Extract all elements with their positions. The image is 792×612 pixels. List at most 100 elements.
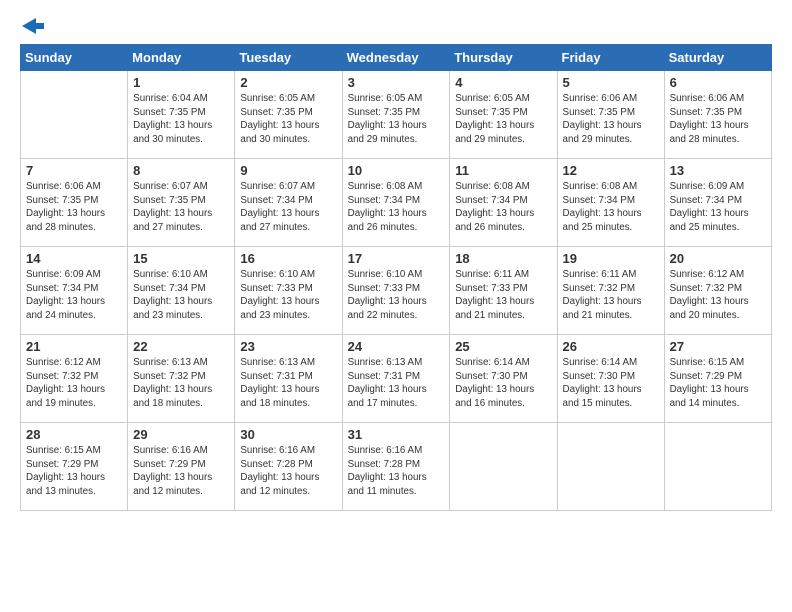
- calendar-cell: [557, 423, 664, 511]
- calendar-cell: 25Sunrise: 6:14 AMSunset: 7:30 PMDayligh…: [450, 335, 557, 423]
- calendar-cell: 13 Sunrise: 6:09 AMSunset: 7:34 PMDayligh…: [664, 159, 771, 247]
- calendar-cell: 29 Sunrise: 6:16 AMSunset: 7:29 PMDayligh…: [128, 423, 235, 511]
- weekday-header: Tuesday: [235, 45, 342, 71]
- day-info: Sunrise: 6:11 AMSunset: 7:33 PMDaylight:…: [455, 268, 551, 323]
- weekday-header: Wednesday: [342, 45, 450, 71]
- calendar-cell: 7Sunrise: 6:06 AMSunset: 7:35 PMDaylight…: [21, 159, 128, 247]
- day-info: Sunrise: 6:12 AMSunset: 7:32 PMDaylight:…: [26, 356, 122, 411]
- weekday-header: Saturday: [664, 45, 771, 71]
- day-number: 10: [348, 163, 445, 178]
- day-info: Sunrise: 6:09 AMSunset: 7:34 PMDaylight:…: [670, 180, 766, 235]
- weekday-header: Thursday: [450, 45, 557, 71]
- calendar-cell: 15 Sunrise: 6:10 AMSunset: 7:34 PMDayligh…: [128, 247, 235, 335]
- calendar-cell: 30 Sunrise: 6:16 AMSunset: 7:28 PMDayligh…: [235, 423, 342, 511]
- day-number: 20: [670, 251, 766, 266]
- day-info: Sunrise: 6:04 AMSunset: 7:35 PMDaylight:…: [133, 92, 229, 147]
- day-info: Sunrise: 6:13 AMSunset: 7:32 PMDaylight:…: [133, 356, 229, 411]
- day-number: 30: [240, 427, 336, 442]
- calendar-cell: 20 Sunrise: 6:12 AMSunset: 7:32 PMDayligh…: [664, 247, 771, 335]
- day-info: Sunrise: 6:14 AMSunset: 7:30 PMDaylight:…: [563, 356, 659, 411]
- calendar-cell: 3 Sunrise: 6:05 AMSunset: 7:35 PMDaylight…: [342, 71, 450, 159]
- calendar-cell: 27Sunrise: 6:15 AMSunset: 7:29 PMDayligh…: [664, 335, 771, 423]
- calendar-week-row: 1 Sunrise: 6:04 AMSunset: 7:35 PMDaylight…: [21, 71, 772, 159]
- calendar-cell: [450, 423, 557, 511]
- day-number: 27: [670, 339, 766, 354]
- calendar-cell: 4 Sunrise: 6:05 AMSunset: 7:35 PMDaylight…: [450, 71, 557, 159]
- day-number: 16: [240, 251, 336, 266]
- day-number: 31: [348, 427, 445, 442]
- calendar-cell: 5 Sunrise: 6:06 AMSunset: 7:35 PMDaylight…: [557, 71, 664, 159]
- calendar-cell: 14Sunrise: 6:09 AMSunset: 7:34 PMDayligh…: [21, 247, 128, 335]
- day-info: Sunrise: 6:05 AMSunset: 7:35 PMDaylight:…: [348, 92, 445, 147]
- calendar-week-row: 28 Sunrise: 6:15 AMSunset: 7:29 PMDayligh…: [21, 423, 772, 511]
- day-info: Sunrise: 6:12 AMSunset: 7:32 PMDaylight:…: [670, 268, 766, 323]
- day-info: Sunrise: 6:16 AMSunset: 7:28 PMDaylight:…: [348, 444, 445, 499]
- day-number: 13: [670, 163, 766, 178]
- day-number: 17: [348, 251, 445, 266]
- calendar-cell: 17 Sunrise: 6:10 AMSunset: 7:33 PMDayligh…: [342, 247, 450, 335]
- calendar-cell: 6 Sunrise: 6:06 AMSunset: 7:35 PMDaylight…: [664, 71, 771, 159]
- calendar-cell: [21, 71, 128, 159]
- day-number: 26: [563, 339, 659, 354]
- day-info: Sunrise: 6:16 AMSunset: 7:29 PMDaylight:…: [133, 444, 229, 499]
- calendar-cell: 1 Sunrise: 6:04 AMSunset: 7:35 PMDaylight…: [128, 71, 235, 159]
- weekday-header: Friday: [557, 45, 664, 71]
- day-number: 23: [240, 339, 336, 354]
- day-info: Sunrise: 6:07 AMSunset: 7:35 PMDaylight:…: [133, 180, 229, 235]
- calendar-cell: 22Sunrise: 6:13 AMSunset: 7:32 PMDayligh…: [128, 335, 235, 423]
- day-info: Sunrise: 6:06 AMSunset: 7:35 PMDaylight:…: [26, 180, 122, 235]
- day-info: Sunrise: 6:06 AMSunset: 7:35 PMDaylight:…: [670, 92, 766, 147]
- day-number: 3: [348, 75, 445, 90]
- weekday-header: Sunday: [21, 45, 128, 71]
- calendar-cell: 19Sunrise: 6:11 AMSunset: 7:32 PMDayligh…: [557, 247, 664, 335]
- day-number: 15: [133, 251, 229, 266]
- day-number: 8: [133, 163, 229, 178]
- calendar-week-row: 21 Sunrise: 6:12 AMSunset: 7:32 PMDayligh…: [21, 335, 772, 423]
- day-info: Sunrise: 6:10 AMSunset: 7:33 PMDaylight:…: [240, 268, 336, 323]
- day-number: 11: [455, 163, 551, 178]
- day-info: Sunrise: 6:13 AMSunset: 7:31 PMDaylight:…: [348, 356, 445, 411]
- calendar-cell: [664, 423, 771, 511]
- day-number: 29: [133, 427, 229, 442]
- calendar-cell: 2 Sunrise: 6:05 AMSunset: 7:35 PMDaylight…: [235, 71, 342, 159]
- day-number: 2: [240, 75, 336, 90]
- calendar-cell: 31 Sunrise: 6:16 AMSunset: 7:28 PMDayligh…: [342, 423, 450, 511]
- calendar-cell: 24 Sunrise: 6:13 AMSunset: 7:31 PMDayligh…: [342, 335, 450, 423]
- day-number: 12: [563, 163, 659, 178]
- page: SundayMondayTuesdayWednesdayThursdayFrid…: [0, 0, 792, 612]
- calendar-cell: 12 Sunrise: 6:08 AMSunset: 7:34 PMDayligh…: [557, 159, 664, 247]
- day-number: 9: [240, 163, 336, 178]
- day-number: 5: [563, 75, 659, 90]
- day-number: 21: [26, 339, 122, 354]
- calendar-cell: 21 Sunrise: 6:12 AMSunset: 7:32 PMDayligh…: [21, 335, 128, 423]
- calendar-cell: 16 Sunrise: 6:10 AMSunset: 7:33 PMDayligh…: [235, 247, 342, 335]
- day-number: 24: [348, 339, 445, 354]
- day-info: Sunrise: 6:15 AMSunset: 7:29 PMDaylight:…: [26, 444, 122, 499]
- calendar-week-row: 7Sunrise: 6:06 AMSunset: 7:35 PMDaylight…: [21, 159, 772, 247]
- calendar-week-row: 14Sunrise: 6:09 AMSunset: 7:34 PMDayligh…: [21, 247, 772, 335]
- calendar-table: SundayMondayTuesdayWednesdayThursdayFrid…: [20, 44, 772, 511]
- day-info: Sunrise: 6:13 AMSunset: 7:31 PMDaylight:…: [240, 356, 336, 411]
- logo-icon: [22, 18, 44, 34]
- day-info: Sunrise: 6:05 AMSunset: 7:35 PMDaylight:…: [240, 92, 336, 147]
- day-number: 25: [455, 339, 551, 354]
- day-number: 6: [670, 75, 766, 90]
- header: [20, 18, 772, 34]
- calendar-cell: 10 Sunrise: 6:08 AMSunset: 7:34 PMDayligh…: [342, 159, 450, 247]
- day-info: Sunrise: 6:08 AMSunset: 7:34 PMDaylight:…: [563, 180, 659, 235]
- logo: [20, 18, 44, 34]
- calendar-cell: 9Sunrise: 6:07 AMSunset: 7:34 PMDaylight…: [235, 159, 342, 247]
- calendar-cell: 11 Sunrise: 6:08 AMSunset: 7:34 PMDayligh…: [450, 159, 557, 247]
- day-info: Sunrise: 6:10 AMSunset: 7:34 PMDaylight:…: [133, 268, 229, 323]
- day-info: Sunrise: 6:08 AMSunset: 7:34 PMDaylight:…: [455, 180, 551, 235]
- day-info: Sunrise: 6:08 AMSunset: 7:34 PMDaylight:…: [348, 180, 445, 235]
- calendar-cell: 8 Sunrise: 6:07 AMSunset: 7:35 PMDaylight…: [128, 159, 235, 247]
- day-number: 28: [26, 427, 122, 442]
- day-info: Sunrise: 6:16 AMSunset: 7:28 PMDaylight:…: [240, 444, 336, 499]
- day-info: Sunrise: 6:06 AMSunset: 7:35 PMDaylight:…: [563, 92, 659, 147]
- calendar-cell: 23 Sunrise: 6:13 AMSunset: 7:31 PMDayligh…: [235, 335, 342, 423]
- day-number: 4: [455, 75, 551, 90]
- day-info: Sunrise: 6:10 AMSunset: 7:33 PMDaylight:…: [348, 268, 445, 323]
- day-number: 1: [133, 75, 229, 90]
- day-info: Sunrise: 6:05 AMSunset: 7:35 PMDaylight:…: [455, 92, 551, 147]
